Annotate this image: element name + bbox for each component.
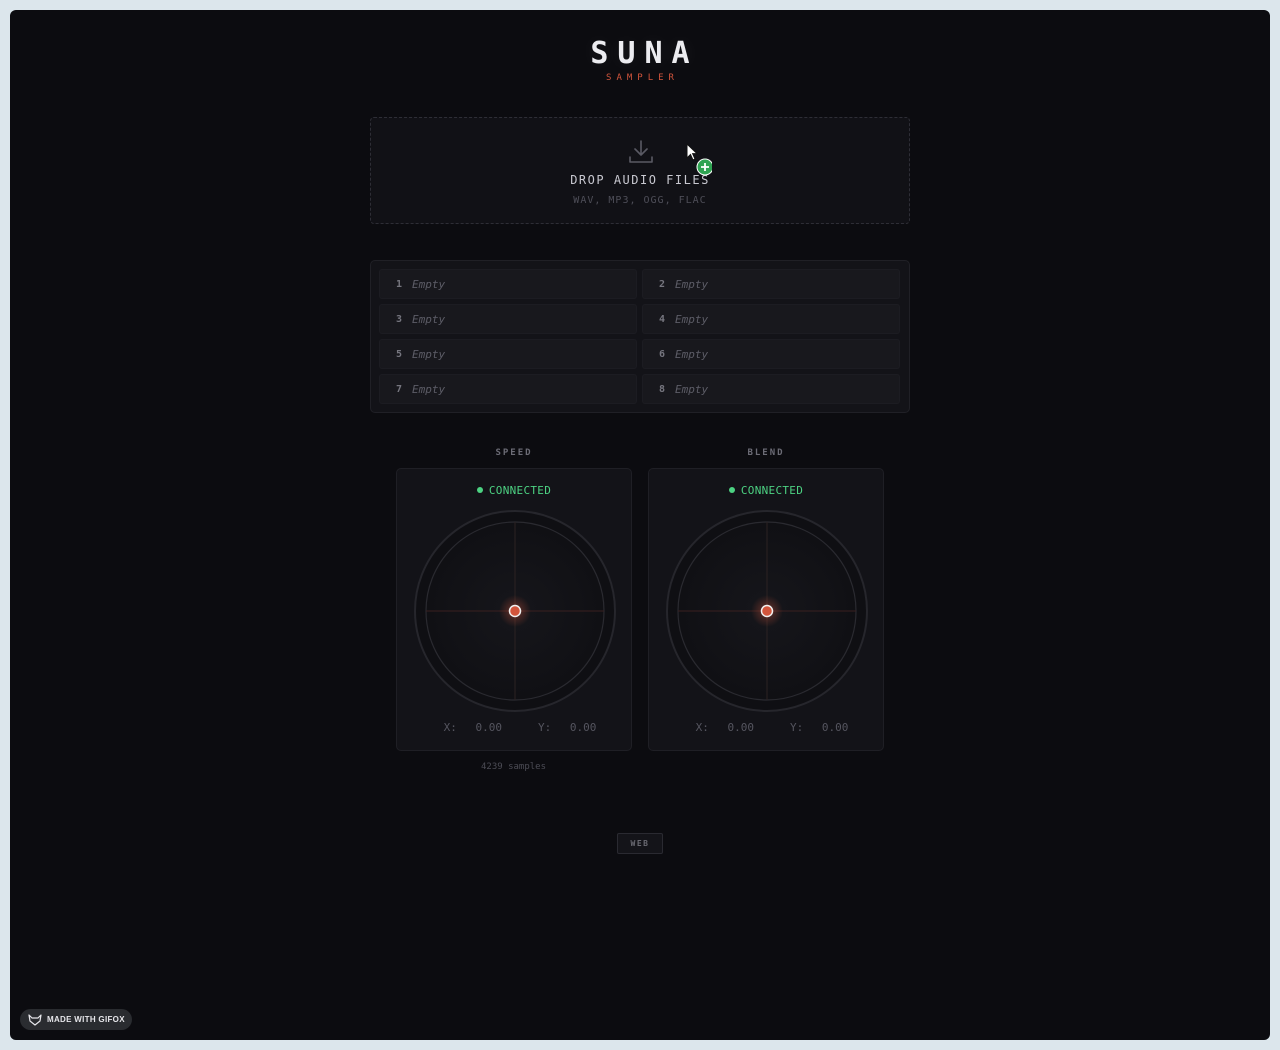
- slot-label: Empty: [675, 347, 709, 361]
- slot-number: 8: [659, 383, 666, 395]
- brand-header: SUNA SAMPLER: [10, 36, 1270, 83]
- blend-pad-box: CONNECTED X: 0.00 Y: 0.00: [648, 468, 884, 751]
- speed-pad-title: SPEED: [495, 448, 533, 458]
- sample-slot[interactable]: 8 Empty: [642, 374, 900, 404]
- slot-label: Empty: [675, 277, 709, 291]
- copy-cursor-icon: [686, 143, 712, 176]
- web-button[interactable]: WEB: [617, 833, 663, 854]
- slot-number: 1: [396, 278, 403, 290]
- sample-slot[interactable]: 4 Empty: [642, 304, 900, 334]
- connection-status: CONNECTED: [397, 484, 631, 497]
- y-label: Y:: [538, 721, 552, 734]
- blend-xy-readout: X: 0.00 Y: 0.00: [649, 721, 883, 734]
- speed-pad-box: CONNECTED X: 0.00 Y: 0.00: [396, 468, 632, 751]
- connection-status-label: CONNECTED: [740, 484, 804, 497]
- blend-xy-pad[interactable]: [665, 509, 869, 713]
- audio-dropzone[interactable]: DROP AUDIO FILES WAV, MP3, OGG, FLAC: [370, 117, 910, 224]
- connection-status-label: CONNECTED: [488, 484, 552, 497]
- blend-pad-title: BLEND: [747, 448, 785, 458]
- speed-pad-panel: SPEED CONNECTED X: 0.00 Y: 0.00: [396, 448, 632, 751]
- connection-status: CONNECTED: [649, 484, 883, 497]
- y-label: Y:: [790, 721, 804, 734]
- dropzone-formats: WAV, MP3, OGG, FLAC: [573, 195, 707, 206]
- slot-number: 2: [659, 278, 666, 290]
- sample-slot[interactable]: 3 Empty: [379, 304, 637, 334]
- slot-number: 4: [659, 313, 666, 325]
- x-value: 0.00: [727, 721, 755, 734]
- speed-xy-readout: X: 0.00 Y: 0.00: [397, 721, 631, 734]
- y-value: 0.00: [821, 721, 849, 734]
- x-label: X:: [443, 721, 457, 734]
- blend-pad-panel: BLEND CONNECTED X: 0.00 Y: 0.00: [648, 448, 884, 751]
- gifox-badge[interactable]: MADE WITH GIFOX: [20, 1009, 132, 1030]
- slot-label: Empty: [675, 312, 709, 326]
- status-dot-icon: [476, 487, 483, 493]
- y-value: 0.00: [569, 721, 597, 734]
- sample-slots-grid: 1 Empty 2 Empty 3 Empty 4 Empty 5 Empty 6 Empt…: [370, 260, 910, 413]
- slot-label: Empty: [675, 382, 709, 396]
- gifox-badge-label: MADE WITH GIFOX: [47, 1015, 125, 1024]
- pad-handle-icon: [508, 604, 522, 618]
- slot-number: 3: [396, 313, 403, 325]
- slot-label: Empty: [412, 382, 446, 396]
- app-title: SUNA: [590, 36, 699, 71]
- app-subtitle: SAMPLER: [606, 73, 679, 83]
- fox-icon: [28, 1013, 42, 1026]
- slot-number: 6: [659, 348, 666, 360]
- slot-label: Empty: [412, 277, 446, 291]
- sample-slot[interactable]: 5 Empty: [379, 339, 637, 369]
- slot-label: Empty: [412, 347, 446, 361]
- sample-slot[interactable]: 7 Empty: [379, 374, 637, 404]
- status-dot-icon: [728, 487, 735, 493]
- samples-count: 4239 samples: [480, 762, 547, 772]
- slot-label: Empty: [412, 312, 446, 326]
- app-window: SUNA SAMPLER DROP AUDIO FILES WAV, MP3, …: [10, 10, 1270, 1040]
- x-label: X:: [695, 721, 709, 734]
- pad-handle-icon: [760, 604, 774, 618]
- x-value: 0.00: [475, 721, 503, 734]
- dropzone-title: DROP AUDIO FILES: [570, 173, 710, 187]
- sample-slot[interactable]: 1 Empty: [379, 269, 637, 299]
- speed-xy-pad[interactable]: [413, 509, 617, 713]
- slot-number: 7: [396, 383, 403, 395]
- download-icon: [629, 140, 653, 163]
- sample-slot[interactable]: 2 Empty: [642, 269, 900, 299]
- slot-number: 5: [396, 348, 403, 360]
- sample-slot[interactable]: 6 Empty: [642, 339, 900, 369]
